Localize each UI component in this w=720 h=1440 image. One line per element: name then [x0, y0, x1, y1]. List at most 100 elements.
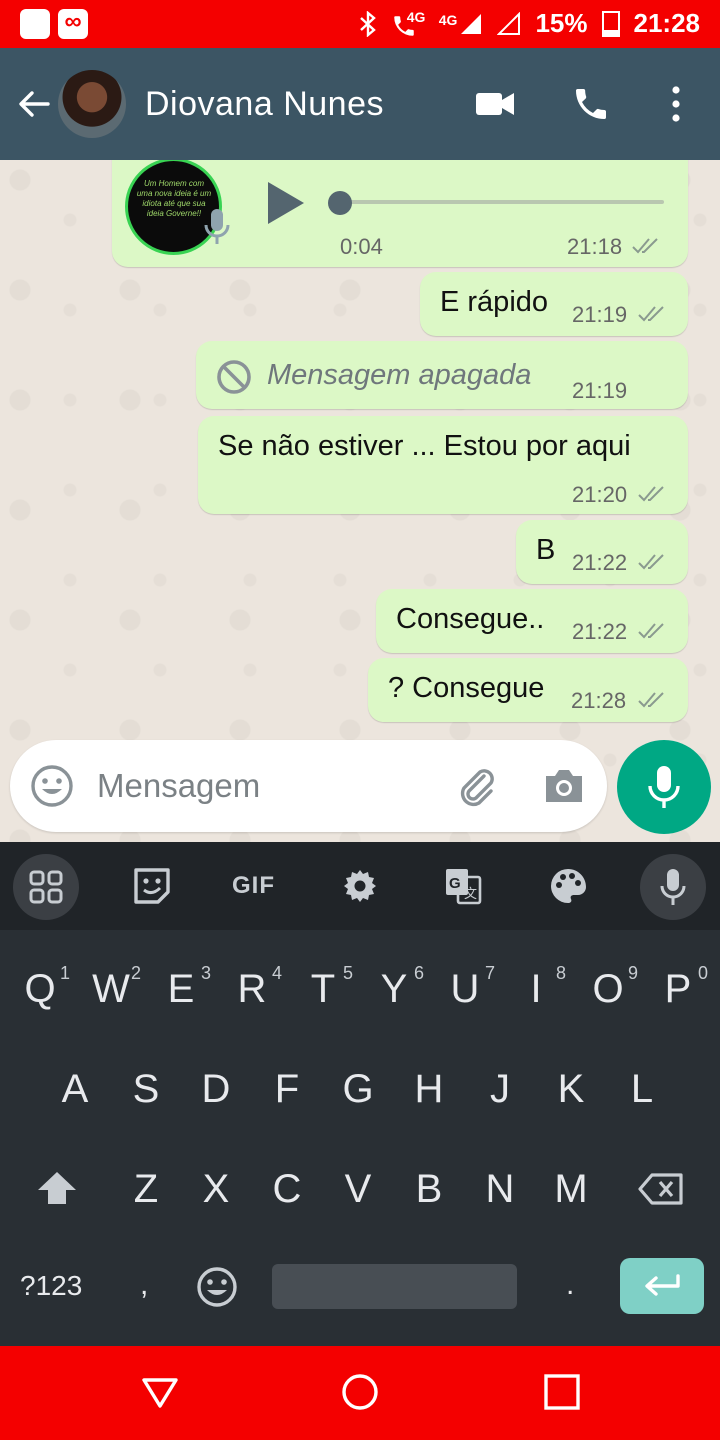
key-l[interactable]: L	[606, 1044, 678, 1134]
key-e[interactable]: E3	[145, 944, 217, 1034]
contact-name[interactable]: Diovana Nunes	[145, 85, 384, 124]
key-c[interactable]: C	[251, 1144, 323, 1234]
navigation-bar	[0, 1346, 720, 1440]
key-label: W	[92, 967, 130, 1011]
message-text: Consegue..	[396, 603, 545, 635]
play-icon[interactable]	[266, 180, 306, 226]
key-g[interactable]: G	[322, 1044, 394, 1134]
enter-key[interactable]	[620, 1258, 704, 1314]
audio-message[interactable]: Um Homem com uma nova ideia é um idiota …	[112, 160, 688, 267]
network-type-label: 4G	[438, 11, 458, 28]
key-label: P	[664, 967, 692, 1011]
key-v[interactable]: V	[322, 1144, 394, 1234]
nav-back-icon[interactable]	[140, 1372, 180, 1412]
more-vert-icon[interactable]	[656, 84, 696, 124]
key-label: T	[310, 967, 336, 1011]
key-s[interactable]: S	[110, 1044, 182, 1134]
double-check-icon	[638, 554, 664, 570]
avatar[interactable]	[58, 70, 126, 138]
message-text: B	[536, 534, 556, 566]
message-time: 21:19	[572, 378, 628, 403]
keyboard-toolbar: G 文	[0, 842, 720, 930]
apps-grid-button[interactable]	[13, 854, 79, 920]
key-hint: 2	[130, 963, 141, 983]
keyboard-emoji-icon[interactable]	[196, 1266, 238, 1308]
period-key[interactable]: .	[566, 1268, 574, 1302]
key-q[interactable]: Q1	[4, 944, 76, 1034]
key-t[interactable]: T5	[287, 944, 359, 1034]
shift-icon[interactable]	[36, 1170, 78, 1206]
key-hint: 4	[271, 963, 282, 983]
space-key[interactable]	[272, 1264, 517, 1309]
theme-palette-icon[interactable]	[549, 867, 587, 905]
key-y[interactable]: Y6	[358, 944, 430, 1034]
message-composer[interactable]: Mensagem	[10, 740, 607, 832]
key-u[interactable]: U7	[429, 944, 501, 1034]
voice-record-button[interactable]	[617, 740, 711, 834]
gif-button[interactable]: GIF	[232, 872, 275, 900]
settings-gear-icon[interactable]	[342, 868, 378, 904]
key-d[interactable]: D	[180, 1044, 252, 1134]
back-arrow-icon[interactable]	[14, 84, 54, 124]
key-p[interactable]: P0	[642, 944, 714, 1034]
deleted-message[interactable]: Mensagem apagada 21:19	[196, 341, 688, 409]
key-hint: 1	[59, 963, 70, 983]
key-m[interactable]: M	[535, 1144, 607, 1234]
message-bubble[interactable]: B 21:22	[516, 520, 688, 584]
key-r[interactable]: R4	[216, 944, 288, 1034]
key-z[interactable]: Z	[110, 1144, 182, 1234]
attach-icon[interactable]	[454, 764, 500, 810]
key-b[interactable]: B	[393, 1144, 465, 1234]
message-time: 21:22	[572, 619, 628, 644]
key-k[interactable]: K	[535, 1044, 607, 1134]
key-hint: 0	[697, 963, 708, 983]
key-j[interactable]: J	[464, 1044, 536, 1134]
status-time: 21:28	[633, 8, 701, 38]
key-label: R	[237, 967, 267, 1011]
backspace-icon[interactable]	[638, 1172, 684, 1206]
key-i[interactable]: I8	[500, 944, 572, 1034]
audio-duration: 0:04	[340, 234, 383, 259]
key-o[interactable]: O9	[572, 944, 644, 1034]
thumbnail-text: Um Homem com uma nova ideia é um idiota …	[136, 179, 212, 218]
message-bubble[interactable]: Se não estiver ... Estou por aqui 21:20	[198, 416, 688, 514]
message-input[interactable]: Mensagem	[97, 767, 260, 805]
key-label: Q	[24, 967, 56, 1011]
camera-icon[interactable]	[542, 766, 586, 806]
key-hint: 5	[342, 963, 353, 983]
bluetooth-icon	[359, 10, 376, 37]
symbols-key[interactable]: ?123	[20, 1270, 82, 1302]
enter-arrow-icon	[645, 1274, 680, 1296]
svg-text:G: G	[449, 875, 461, 892]
message-bubble[interactable]: ? Consegue 21:28	[368, 658, 688, 722]
keyboard-voice-button[interactable]	[640, 854, 706, 920]
emoji-icon[interactable]	[30, 764, 74, 808]
sticker-icon[interactable]	[132, 866, 172, 906]
message-text: ? Consegue	[388, 672, 545, 704]
key-w[interactable]: W2	[75, 944, 147, 1034]
comma-key[interactable]: ,	[140, 1268, 148, 1302]
message-time: 21:20	[572, 482, 628, 507]
double-check-icon	[638, 623, 664, 639]
message-text: E rápido	[440, 286, 549, 318]
audio-progress-handle[interactable]	[328, 191, 352, 215]
translate-icon[interactable]: G 文	[444, 867, 482, 905]
key-f[interactable]: F	[251, 1044, 323, 1134]
key-a[interactable]: A	[39, 1044, 111, 1134]
message-time: 21:18	[567, 234, 623, 259]
nav-home-icon[interactable]	[340, 1372, 380, 1412]
double-check-icon	[638, 306, 664, 322]
key-label: I	[530, 967, 542, 1011]
video-call-icon[interactable]	[474, 84, 516, 124]
key-label: E	[167, 967, 195, 1011]
message-bubble[interactable]: Consegue.. 21:22	[376, 589, 688, 653]
key-label: U	[450, 967, 480, 1011]
key-n[interactable]: N	[464, 1144, 536, 1234]
key-x[interactable]: X	[180, 1144, 252, 1234]
message-time: 21:19	[572, 302, 628, 327]
audio-progress-track[interactable]	[340, 200, 664, 204]
message-bubble[interactable]: E rápido 21:19	[420, 272, 688, 336]
phone-icon[interactable]	[570, 84, 612, 124]
key-h[interactable]: H	[393, 1044, 465, 1134]
nav-recents-icon[interactable]	[542, 1372, 582, 1412]
